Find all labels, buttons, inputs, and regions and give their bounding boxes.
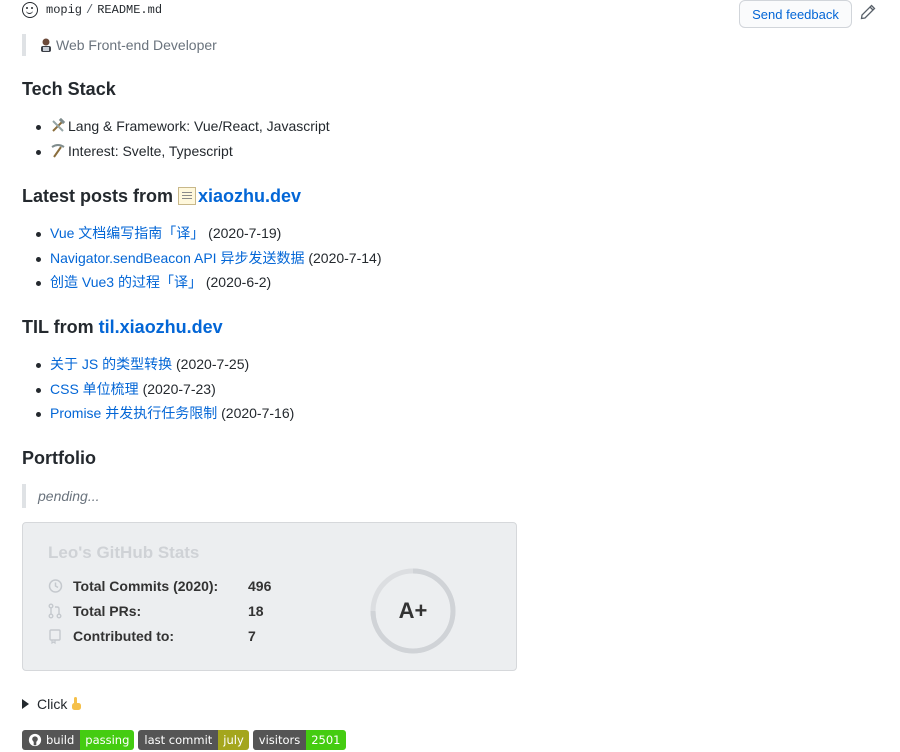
tech-item-label: Lang & Framework: Vue/React, Javascript [68, 118, 330, 134]
list-item: Interest: Svelte, Typescript [36, 139, 330, 164]
stats-title: Leo's GitHub Stats [48, 543, 200, 562]
tech-item-label: Interest: Svelte, Typescript [68, 142, 233, 159]
stat-value: 496 [248, 578, 272, 594]
badge-right-label: 2501 [306, 730, 346, 750]
badge-right-label: passing [80, 730, 135, 750]
path-separator: / [86, 3, 94, 17]
intro-text: Web Front-end Developer [56, 37, 217, 53]
stat-value: 18 [248, 603, 264, 619]
send-feedback-button[interactable]: Send feedback [739, 0, 852, 28]
list-item: CSS 单位梳理 (2020-7-23) [36, 377, 294, 402]
build-badge[interactable]: build passing [22, 730, 135, 750]
technologist-emoji-icon [41, 38, 51, 52]
details-summary[interactable]: Click [22, 694, 86, 714]
list-item: Lang & Framework: Vue/React, Javascript [36, 114, 330, 139]
stat-row: Total PRs: 18 [47, 601, 264, 621]
repo-icon [49, 629, 61, 644]
til-post-link[interactable]: Promise 并发执行任务限制 [50, 405, 217, 421]
disclosure-triangle-icon [22, 699, 29, 709]
github-icon [28, 733, 42, 747]
repo-owner[interactable]: mopig [46, 3, 82, 17]
list-item: 关于 JS 的类型转换 (2020-7-25) [36, 352, 294, 377]
grade-text: A+ [398, 598, 428, 623]
portfolio-heading: Portfolio [22, 448, 96, 468]
post-date: (2020-6-2) [201, 274, 272, 291]
stat-value: 7 [248, 628, 256, 644]
post-link[interactable]: 创造 Vue3 的过程「译」 [50, 274, 202, 290]
smiley-icon [22, 2, 38, 18]
file-name: README.md [97, 3, 163, 17]
stat-label: Contributed to: [73, 628, 175, 644]
badge-left-label: last commit [138, 730, 219, 750]
badges-row: build passing last commit july visitors … [22, 730, 346, 750]
pick-icon [51, 143, 65, 158]
til-heading-prefix: TIL from [22, 317, 99, 337]
badge-left-label: build [46, 733, 75, 747]
stat-row: Contributed to: 7 [47, 626, 256, 646]
post-date: (2020-7-23) [138, 380, 216, 397]
til-post-link[interactable]: 关于 JS 的类型转换 [50, 356, 172, 372]
post-date: (2020-7-16) [217, 405, 295, 422]
list-item: Navigator.sendBeacon API 异步发送数据 (2020-7-… [36, 246, 382, 271]
memo-icon [178, 187, 197, 205]
tech-stack-list: Lang & Framework: Vue/React, Javascript … [36, 114, 330, 163]
til-list: 关于 JS 的类型转换 (2020-7-25) CSS 单位梳理 (2020-7… [36, 352, 294, 426]
pencil-icon[interactable] [860, 4, 876, 20]
details-summary-label: Click [37, 696, 68, 712]
badge-right-label: july [218, 730, 249, 750]
latest-posts-heading: Latest posts from xiaozhu.dev [22, 186, 301, 207]
file-breadcrumb: mopig / README.md [22, 1, 162, 19]
stat-label: Total PRs: [73, 603, 142, 619]
stat-label: Total Commits (2020): [73, 578, 219, 594]
til-heading: TIL from til.xiaozhu.dev [22, 317, 223, 338]
til-link[interactable]: til.xiaozhu.dev [99, 317, 223, 337]
stat-row: Total Commits (2020): 496 [47, 576, 271, 596]
post-date: (2020-7-14) [304, 249, 382, 266]
til-post-link[interactable]: CSS 单位梳理 [50, 381, 139, 397]
post-date: (2020-7-25) [172, 356, 250, 372]
portfolio-blockquote: pending... [22, 484, 100, 508]
github-stats-card[interactable]: Leo's GitHub Stats Total Commits (2020):… [22, 522, 517, 671]
pull-request-icon [48, 603, 62, 619]
list-item: 创造 Vue3 的过程「译」 (2020-6-2) [36, 270, 382, 295]
list-item: Promise 并发执行任务限制 (2020-7-16) [36, 401, 294, 426]
visitors-badge[interactable]: visitors 2501 [252, 730, 346, 750]
intro-blockquote: Web Front-end Developer [22, 34, 217, 56]
hammer-wrench-icon [52, 118, 66, 132]
xiaozhu-dev-link[interactable]: xiaozhu.dev [198, 186, 301, 206]
post-date: (2020-7-19) [204, 225, 282, 241]
tech-stack-heading: Tech Stack [22, 79, 116, 99]
history-icon [48, 579, 63, 593]
pointing-hand-icon [72, 697, 82, 710]
last-commit-badge[interactable]: last commit july [138, 730, 249, 750]
badge-left-label: visitors [252, 730, 307, 750]
post-link[interactable]: Navigator.sendBeacon API 异步发送数据 [50, 250, 304, 266]
latest-posts-heading-prefix: Latest posts from [22, 186, 179, 206]
list-item: Vue 文档编写指南「译」 (2020-7-19) [36, 221, 382, 246]
latest-posts-list: Vue 文档编写指南「译」 (2020-7-19) Navigator.send… [36, 221, 382, 295]
post-link[interactable]: Vue 文档编写指南「译」 [50, 225, 204, 241]
